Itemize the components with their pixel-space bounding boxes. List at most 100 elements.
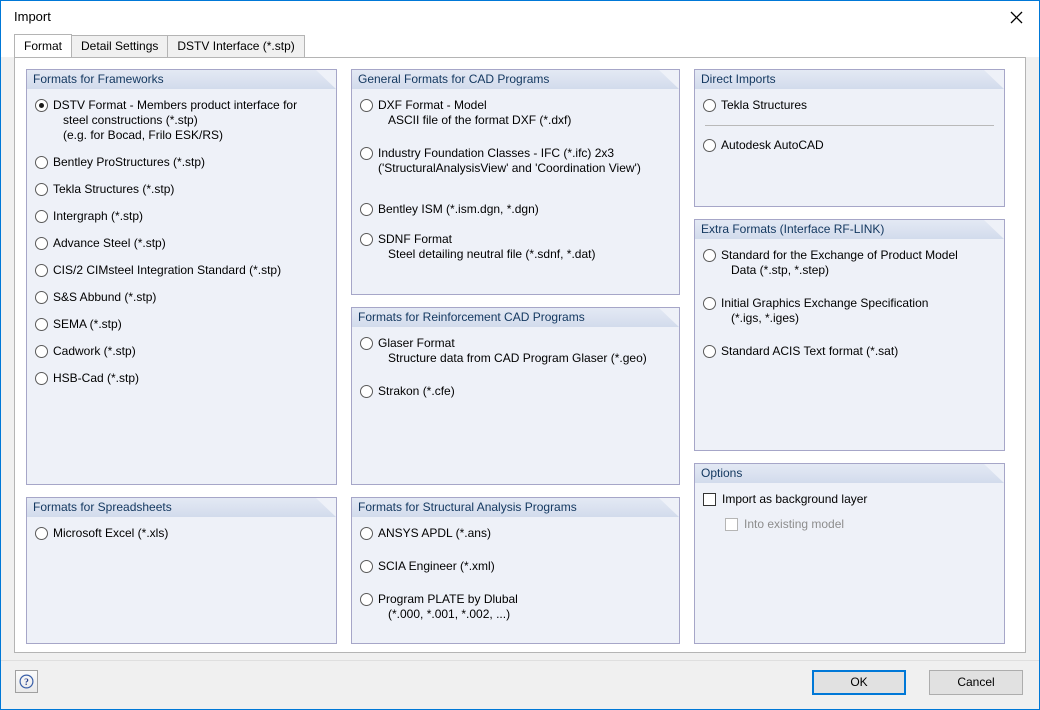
radio-indicator — [35, 183, 48, 196]
radio-indicator — [35, 291, 48, 304]
tab-format[interactable]: Format — [14, 34, 73, 57]
radio-indicator — [703, 99, 716, 112]
radio-hsb-cad[interactable]: HSB-Cad (*.stp) — [35, 371, 328, 386]
option-label: Standard ACIS Text format (*.sat) — [721, 344, 899, 358]
option-label: Tekla Structures (*.stp) — [53, 182, 175, 196]
radio-strakon[interactable]: Strakon (*.cfe) — [360, 384, 671, 399]
radio-indicator — [360, 203, 373, 216]
group-options: Options Import as background layer Into … — [694, 463, 1005, 644]
radio-indicator — [703, 139, 716, 152]
radio-ifc[interactable]: Industry Foundation Classes - IFC (*.ifc… — [360, 146, 671, 176]
group-body: Microsoft Excel (*.xls) — [27, 517, 336, 643]
radio-cadwork[interactable]: Cadwork (*.stp) — [35, 344, 328, 359]
radio-advance-steel[interactable]: Advance Steel (*.stp) — [35, 236, 328, 251]
group-structural-analysis: Formats for Structural Analysis Programs… — [351, 497, 680, 644]
radio-bentley-prostructures[interactable]: Bentley ProStructures (*.stp) — [35, 155, 328, 170]
column-left: Formats for Frameworks DSTV Format - Mem… — [26, 69, 337, 644]
radio-indicator — [35, 372, 48, 385]
column-middle: General Formats for CAD Programs DXF For… — [351, 69, 680, 644]
option-label: Bentley ISM (*.ism.dgn, *.dgn) — [378, 202, 539, 216]
option-label: Intergraph (*.stp) — [53, 209, 144, 223]
close-icon[interactable] — [993, 1, 1039, 33]
group-title: General Formats for CAD Programs — [352, 70, 679, 89]
radio-autodesk-autocad[interactable]: Autodesk AutoCAD — [703, 138, 996, 153]
tab-dstv-interface[interactable]: DSTV Interface (*.stp) — [167, 35, 305, 57]
radio-indicator — [360, 233, 373, 246]
group-formats-for-spreadsheets: Formats for Spreadsheets Microsoft Excel… — [26, 497, 337, 644]
radio-cis2-cimsteel[interactable]: CIS/2 CIMsteel Integration Standard (*.s… — [35, 263, 328, 278]
checkbox-import-as-background-layer[interactable]: Import as background layer — [703, 492, 996, 507]
tab-detail-settings[interactable]: Detail Settings — [71, 35, 169, 57]
checkbox-into-existing-model: Into existing model — [725, 517, 996, 532]
radio-scia-engineer[interactable]: SCIA Engineer (*.xml) — [360, 559, 671, 574]
group-body: Import as background layer Into existing… — [695, 483, 1004, 643]
option-label: Advance Steel (*.stp) — [53, 236, 166, 250]
checkbox-indicator — [703, 493, 716, 506]
radio-intergraph[interactable]: Intergraph (*.stp) — [35, 209, 328, 224]
radio-indicator — [35, 99, 48, 112]
radio-acis-sat[interactable]: Standard ACIS Text format (*.sat) — [703, 344, 996, 359]
option-label: S&S Abbund (*.stp) — [53, 290, 157, 304]
group-body: Glaser Format Structure data from CAD Pro… — [352, 327, 679, 484]
option-label: Import as background layer — [722, 492, 868, 506]
radio-bentley-ism[interactable]: Bentley ISM (*.ism.dgn, *.dgn) — [360, 202, 671, 217]
ok-button[interactable]: OK — [812, 670, 906, 695]
group-title: Formats for Spreadsheets — [27, 498, 336, 517]
option-label: Tekla Structures — [721, 98, 808, 112]
radio-tekla-structures-direct[interactable]: Tekla Structures — [703, 98, 996, 113]
radio-dstv-format[interactable]: DSTV Format - Members product interface … — [35, 98, 328, 143]
radio-indicator — [703, 297, 716, 310]
radio-ss-abbund[interactable]: S&S Abbund (*.stp) — [35, 290, 328, 305]
group-title: Formats for Reinforcement CAD Programs — [352, 308, 679, 327]
radio-ansys-apdl[interactable]: ANSYS APDL (*.ans) — [360, 526, 671, 541]
import-dialog: Import Format Detail Settings DSTV Inter… — [0, 0, 1040, 710]
radio-indicator — [35, 345, 48, 358]
radio-program-plate[interactable]: Program PLATE by Dlubal (*.000, *.001, *.… — [360, 592, 671, 622]
option-label: Industry Foundation Classes - IFC (*.ifc… — [378, 146, 641, 175]
option-label: SCIA Engineer (*.xml) — [378, 559, 495, 573]
option-label: SDNF Format Steel detailing neutral file … — [378, 232, 596, 261]
radio-indicator — [35, 527, 48, 540]
radio-microsoft-excel[interactable]: Microsoft Excel (*.xls) — [35, 526, 328, 541]
radio-indicator — [35, 156, 48, 169]
radio-indicator — [360, 527, 373, 540]
option-label: DSTV Format - Members product interface … — [53, 98, 298, 142]
tab-strip: Format Detail Settings DSTV Interface (*… — [1, 34, 1039, 57]
radio-glaser-format[interactable]: Glaser Format Structure data from CAD Pro… — [360, 336, 671, 366]
option-label: Glaser Format Structure data from CAD Pro… — [378, 336, 647, 365]
radio-indicator — [703, 345, 716, 358]
option-label: Into existing model — [744, 517, 845, 531]
group-title: Direct Imports — [695, 70, 1004, 89]
option-label: Program PLATE by Dlubal (*.000, *.001, *.… — [378, 592, 518, 621]
radio-sdnf-format[interactable]: SDNF Format Steel detailing neutral file … — [360, 232, 671, 262]
option-label: HSB-Cad (*.stp) — [53, 371, 140, 385]
option-label: Initial Graphics Exchange Specification(… — [721, 296, 929, 325]
cancel-button[interactable]: Cancel — [929, 670, 1023, 695]
radio-iges[interactable]: Initial Graphics Exchange Specification(… — [703, 296, 996, 326]
column-right: Direct Imports Tekla Structures Autodesk… — [694, 69, 1005, 644]
radio-indicator — [360, 560, 373, 573]
option-label: Standard for the Exchange of Product Mod… — [721, 248, 958, 277]
group-reinforcement-cad: Formats for Reinforcement CAD Programs G… — [351, 307, 680, 485]
option-label: Strakon (*.cfe) — [378, 384, 455, 398]
group-body: DXF Format - Model ASCII file of the form… — [352, 89, 679, 294]
radio-step-standard[interactable]: Standard for the Exchange of Product Mod… — [703, 248, 996, 278]
option-label: SEMA (*.stp) — [53, 317, 122, 331]
group-direct-imports: Direct Imports Tekla Structures Autodesk… — [694, 69, 1005, 207]
group-body: DSTV Format - Members product interface … — [27, 89, 336, 484]
help-icon[interactable]: ? — [15, 670, 38, 693]
radio-indicator — [703, 249, 716, 262]
radio-sema[interactable]: SEMA (*.stp) — [35, 317, 328, 332]
radio-indicator — [35, 264, 48, 277]
radio-indicator — [360, 385, 373, 398]
radio-indicator — [360, 99, 373, 112]
group-general-formats-cad: General Formats for CAD Programs DXF For… — [351, 69, 680, 295]
radio-indicator — [360, 593, 373, 606]
option-label: CIS/2 CIMsteel Integration Standard (*.s… — [53, 263, 282, 277]
radio-indicator — [360, 147, 373, 160]
group-title: Formats for Frameworks — [27, 70, 336, 89]
checkbox-indicator — [725, 518, 738, 531]
option-label: DXF Format - Model ASCII file of the form… — [378, 98, 572, 127]
radio-tekla-structures-stp[interactable]: Tekla Structures (*.stp) — [35, 182, 328, 197]
radio-dxf-format[interactable]: DXF Format - Model ASCII file of the form… — [360, 98, 671, 128]
